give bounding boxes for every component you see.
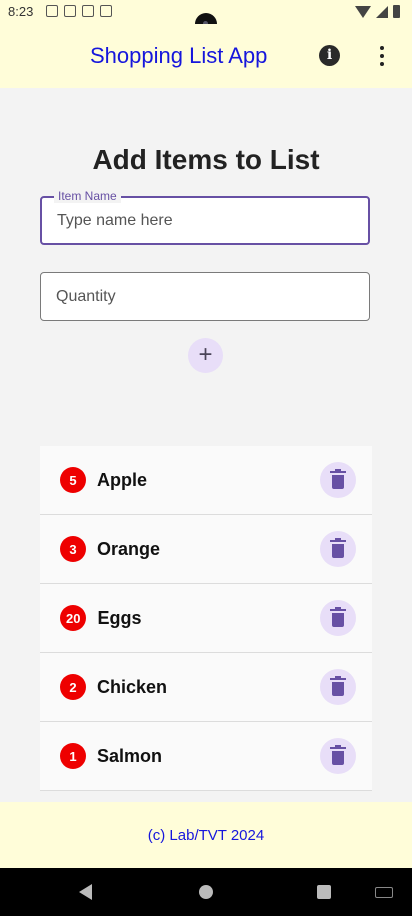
status-bar: 8:23 bbox=[0, 0, 412, 35]
trash-icon bbox=[330, 606, 346, 627]
footer: (c) Lab/TVT 2024 bbox=[0, 802, 412, 868]
storage-icon bbox=[82, 5, 94, 17]
photo-icon bbox=[46, 5, 58, 17]
delete-button[interactable] bbox=[320, 738, 356, 774]
trash-icon bbox=[330, 675, 346, 696]
item-name: Chicken bbox=[97, 676, 168, 697]
delete-button[interactable] bbox=[320, 669, 356, 705]
shopping-list: 5 Apple 3 Orange 20 Eggs 2 Chicken 1 Sal… bbox=[40, 446, 372, 791]
battery-icon bbox=[393, 5, 400, 18]
item-name: Orange bbox=[97, 538, 161, 559]
back-icon[interactable] bbox=[79, 884, 92, 900]
trash-icon bbox=[330, 744, 346, 765]
home-icon[interactable] bbox=[199, 885, 213, 899]
wifi-icon bbox=[355, 5, 371, 18]
quantity-badge: 2 bbox=[60, 674, 86, 700]
delete-button[interactable] bbox=[320, 600, 356, 636]
status-time: 8:23 bbox=[8, 4, 34, 19]
item-name: Eggs bbox=[97, 607, 142, 628]
add-item-button[interactable]: + bbox=[188, 338, 223, 373]
item-name: Apple bbox=[97, 469, 148, 490]
list-item: 2 Chicken bbox=[40, 653, 372, 722]
list-item: 5 Apple bbox=[40, 446, 372, 515]
trash-icon bbox=[330, 537, 346, 558]
item-name: Salmon bbox=[97, 745, 163, 766]
delete-button[interactable] bbox=[320, 462, 356, 498]
info-icon[interactable]: i bbox=[319, 45, 340, 66]
page-heading: Add Items to List bbox=[92, 144, 320, 175]
app-bar: Shopping List App i bbox=[0, 24, 412, 88]
quantity-badge: 5 bbox=[60, 467, 86, 493]
list-item: 3 Orange bbox=[40, 515, 372, 584]
list-item: 20 Eggs bbox=[40, 584, 372, 653]
quantity-input[interactable] bbox=[56, 273, 356, 320]
system-nav-bar bbox=[0, 868, 412, 916]
keyboard-icon[interactable] bbox=[375, 887, 393, 898]
item-name-field[interactable]: Item Name bbox=[40, 189, 370, 245]
quantity-badge: 20 bbox=[60, 605, 87, 631]
more-vert-icon[interactable] bbox=[374, 44, 390, 68]
delete-button[interactable] bbox=[320, 531, 356, 567]
signal-icon bbox=[376, 5, 388, 18]
quantity-badge: 1 bbox=[60, 743, 86, 769]
trash-icon bbox=[330, 468, 346, 489]
sync-icon bbox=[100, 5, 112, 17]
app-title: Shopping List App bbox=[90, 43, 268, 68]
list-item: 1 Salmon bbox=[40, 722, 372, 791]
notification-icons bbox=[46, 5, 112, 17]
system-status-icons bbox=[355, 5, 400, 18]
item-name-input[interactable] bbox=[57, 198, 357, 243]
letter-a-icon bbox=[64, 5, 76, 17]
footer-text: (c) Lab/TVT 2024 bbox=[147, 827, 265, 844]
recents-icon[interactable] bbox=[317, 885, 331, 899]
quantity-field[interactable] bbox=[40, 272, 370, 321]
quantity-badge: 3 bbox=[60, 536, 86, 562]
